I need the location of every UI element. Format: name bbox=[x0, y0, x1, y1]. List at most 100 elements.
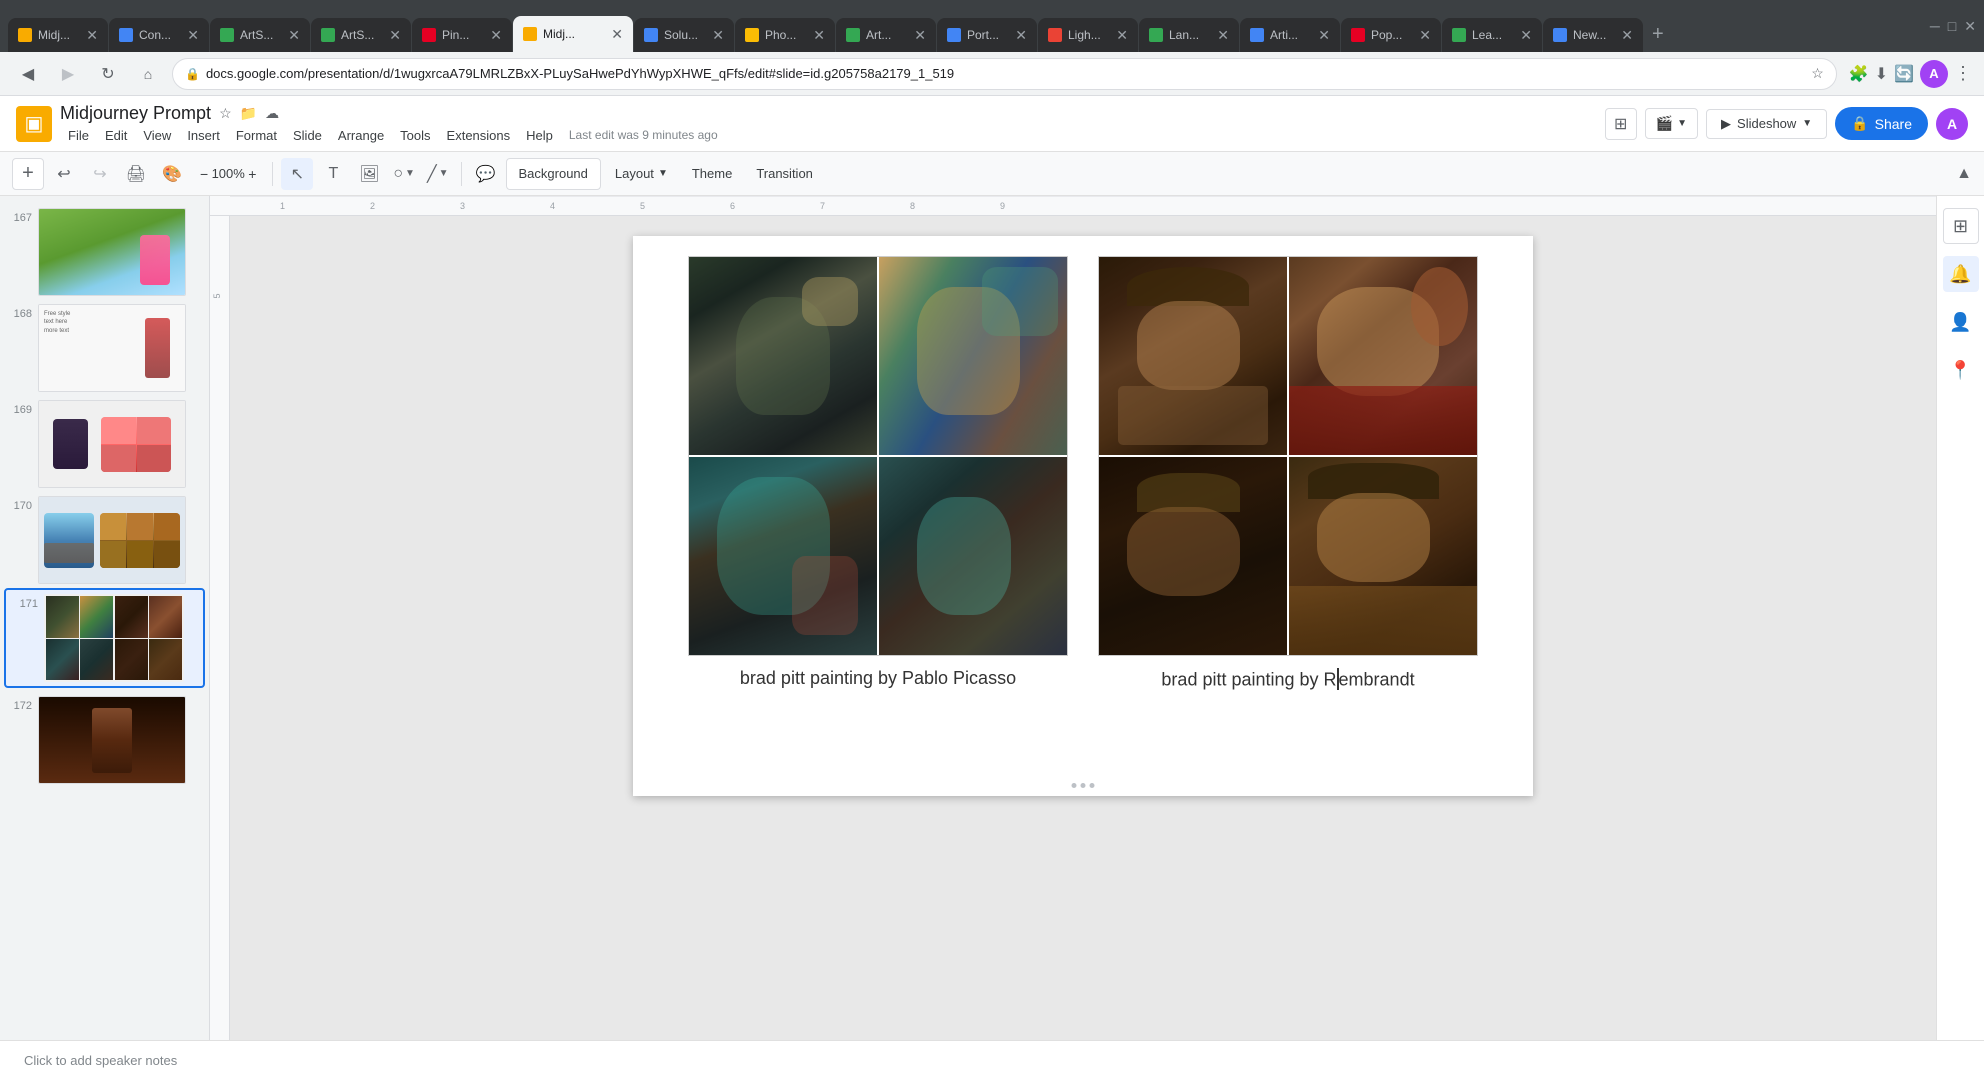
redo-btn[interactable]: ↪ bbox=[84, 158, 116, 190]
picasso-image-grid[interactable] bbox=[688, 256, 1068, 656]
slide-item-172[interactable]: 172 bbox=[0, 692, 209, 788]
tab-3[interactable]: ArtS... ✕ bbox=[210, 18, 310, 52]
tab-5-close[interactable]: ✕ bbox=[490, 27, 502, 44]
home-button[interactable]: ⌂ bbox=[132, 58, 164, 90]
layout-btn[interactable]: Layout ▼ bbox=[605, 158, 678, 190]
new-tab-button[interactable]: + bbox=[1644, 19, 1672, 50]
transition-btn[interactable]: Transition bbox=[746, 158, 823, 190]
menu-help[interactable]: Help bbox=[518, 126, 561, 145]
tab-9[interactable]: Art... ✕ bbox=[836, 18, 936, 52]
tab-11[interactable]: Ligh... ✕ bbox=[1038, 18, 1138, 52]
close-icon[interactable]: ✕ bbox=[1964, 18, 1976, 35]
slide-item-168[interactable]: 168 Free styletext heremore text bbox=[0, 300, 209, 396]
tab-3-close[interactable]: ✕ bbox=[288, 27, 300, 44]
tab-2[interactable]: Con... ✕ bbox=[109, 18, 209, 52]
zoom-minus-icon[interactable]: − bbox=[200, 166, 208, 182]
print-btn[interactable]: 🖨 bbox=[120, 158, 152, 190]
slide-item-171[interactable]: 171 bbox=[4, 588, 205, 688]
sync-icon[interactable]: 🔄 bbox=[1894, 64, 1914, 84]
tab-4-close[interactable]: ✕ bbox=[389, 27, 401, 44]
theme-btn[interactable]: Theme bbox=[682, 158, 742, 190]
star-icon[interactable]: ☆ bbox=[1811, 65, 1824, 82]
address-bar[interactable]: 🔒 docs.google.com/presentation/d/1wugxrc… bbox=[172, 58, 1837, 90]
slideshow-btn[interactable]: ▶ Slideshow ▼ bbox=[1706, 109, 1827, 139]
forward-button[interactable]: ▶ bbox=[52, 58, 84, 90]
tab-14[interactable]: Pop... ✕ bbox=[1341, 18, 1441, 52]
tab-7[interactable]: Solu... ✕ bbox=[634, 18, 734, 52]
undo-btn[interactable]: ↩ bbox=[48, 158, 80, 190]
comment-btn[interactable]: 💬 bbox=[470, 158, 502, 190]
sidebar-maps-btn[interactable]: 📍 bbox=[1943, 352, 1979, 388]
more-options-icon[interactable]: ⋮ bbox=[1954, 63, 1972, 84]
background-btn[interactable]: Background bbox=[506, 158, 601, 190]
zoom-plus-icon[interactable]: + bbox=[248, 166, 256, 182]
tab-15-close[interactable]: ✕ bbox=[1520, 27, 1532, 44]
tab-13[interactable]: Arti... ✕ bbox=[1240, 18, 1340, 52]
rembrandt-image-grid[interactable] bbox=[1098, 256, 1478, 656]
user-avatar[interactable]: A bbox=[1936, 108, 1968, 140]
menu-edit[interactable]: Edit bbox=[97, 126, 135, 145]
tab-5[interactable]: Pin... ✕ bbox=[412, 18, 512, 52]
tab-16[interactable]: New... ✕ bbox=[1543, 18, 1643, 52]
menu-slide[interactable]: Slide bbox=[285, 126, 330, 145]
tab-12-close[interactable]: ✕ bbox=[1217, 27, 1229, 44]
menu-format[interactable]: Format bbox=[228, 126, 285, 145]
slide-item-167[interactable]: 167 bbox=[0, 204, 209, 300]
tab-10[interactable]: Port... ✕ bbox=[937, 18, 1037, 52]
minimize-icon[interactable]: ─ bbox=[1930, 18, 1940, 35]
tab-2-close[interactable]: ✕ bbox=[187, 27, 199, 44]
tab-8-close[interactable]: ✕ bbox=[813, 27, 825, 44]
paint-format-btn[interactable]: 🎨 bbox=[156, 158, 188, 190]
line-btn[interactable]: ╱ ▼ bbox=[423, 158, 453, 190]
tab-13-close[interactable]: ✕ bbox=[1318, 27, 1330, 44]
share-btn[interactable]: 🔒 Share bbox=[1835, 107, 1928, 140]
tab-7-close[interactable]: ✕ bbox=[712, 27, 724, 44]
tab-1[interactable]: Midj... ✕ bbox=[8, 18, 108, 52]
sidebar-contacts-btn[interactable]: 👤 bbox=[1943, 304, 1979, 340]
select-tool-btn[interactable]: ↖ bbox=[281, 158, 313, 190]
star-bookmark-icon[interactable]: ☆ bbox=[219, 105, 232, 122]
menu-file[interactable]: File bbox=[60, 126, 97, 145]
collapse-toolbar-btn[interactable]: ▲ bbox=[1956, 165, 1972, 183]
tab-16-close[interactable]: ✕ bbox=[1621, 27, 1633, 44]
tab-8[interactable]: Pho... ✕ bbox=[735, 18, 835, 52]
tab-11-close[interactable]: ✕ bbox=[1116, 27, 1128, 44]
tab-9-close[interactable]: ✕ bbox=[914, 27, 926, 44]
back-button[interactable]: ◀ bbox=[12, 58, 44, 90]
speaker-notes[interactable]: Click to add speaker notes bbox=[0, 1040, 1984, 1080]
slide-item-170[interactable]: 170 bbox=[0, 492, 209, 588]
menu-insert[interactable]: Insert bbox=[179, 126, 228, 145]
tab-12[interactable]: Lan... ✕ bbox=[1139, 18, 1239, 52]
tab-10-close[interactable]: ✕ bbox=[1015, 27, 1027, 44]
present-mode-btn[interactable]: 🎬 ▼ bbox=[1645, 108, 1698, 139]
rembrandt-caption[interactable]: brad pitt painting by Rembrandt bbox=[1161, 668, 1414, 691]
tab-6-active[interactable]: Midj... ✕ bbox=[513, 16, 633, 52]
slide-canvas[interactable]: brad pitt painting by Pablo Picasso bbox=[633, 236, 1533, 796]
sidebar-notification-btn[interactable]: 🔔 bbox=[1943, 256, 1979, 292]
reload-button[interactable]: ↻ bbox=[92, 58, 124, 90]
text-box-btn[interactable]: T bbox=[317, 158, 349, 190]
tab-15[interactable]: Lea... ✕ bbox=[1442, 18, 1542, 52]
menu-view[interactable]: View bbox=[135, 126, 179, 145]
tab-14-close[interactable]: ✕ bbox=[1419, 27, 1431, 44]
add-element-btn[interactable]: + bbox=[12, 158, 44, 190]
cloud-icon[interactable]: ☁ bbox=[265, 105, 279, 122]
tab-1-close[interactable]: ✕ bbox=[86, 27, 98, 44]
maximize-icon[interactable]: □ bbox=[1948, 18, 1956, 35]
extensions-icon[interactable]: 🧩 bbox=[1849, 64, 1869, 84]
slide-item-169[interactable]: 169 bbox=[0, 396, 209, 492]
menu-tools[interactable]: Tools bbox=[392, 126, 438, 145]
tab-6-close[interactable]: ✕ bbox=[611, 26, 623, 43]
move-icon[interactable]: 📁 bbox=[240, 105, 257, 122]
profile-avatar[interactable]: A bbox=[1920, 60, 1948, 88]
layout-toggle-icon[interactable]: ⊞ bbox=[1605, 108, 1637, 140]
shapes-btn[interactable]: ○ ▼ bbox=[389, 158, 419, 190]
sidebar-expand-btn[interactable]: ⊞ bbox=[1943, 208, 1979, 244]
image-btn[interactable]: 🖼 bbox=[353, 158, 385, 190]
menu-arrange[interactable]: Arrange bbox=[330, 126, 392, 145]
zoom-select[interactable]: − 100% + bbox=[192, 158, 264, 190]
downloads-icon[interactable]: ⬇ bbox=[1875, 64, 1888, 84]
menu-extensions[interactable]: Extensions bbox=[439, 126, 519, 145]
picasso-caption[interactable]: brad pitt painting by Pablo Picasso bbox=[740, 668, 1016, 689]
tab-4[interactable]: ArtS... ✕ bbox=[311, 18, 411, 52]
